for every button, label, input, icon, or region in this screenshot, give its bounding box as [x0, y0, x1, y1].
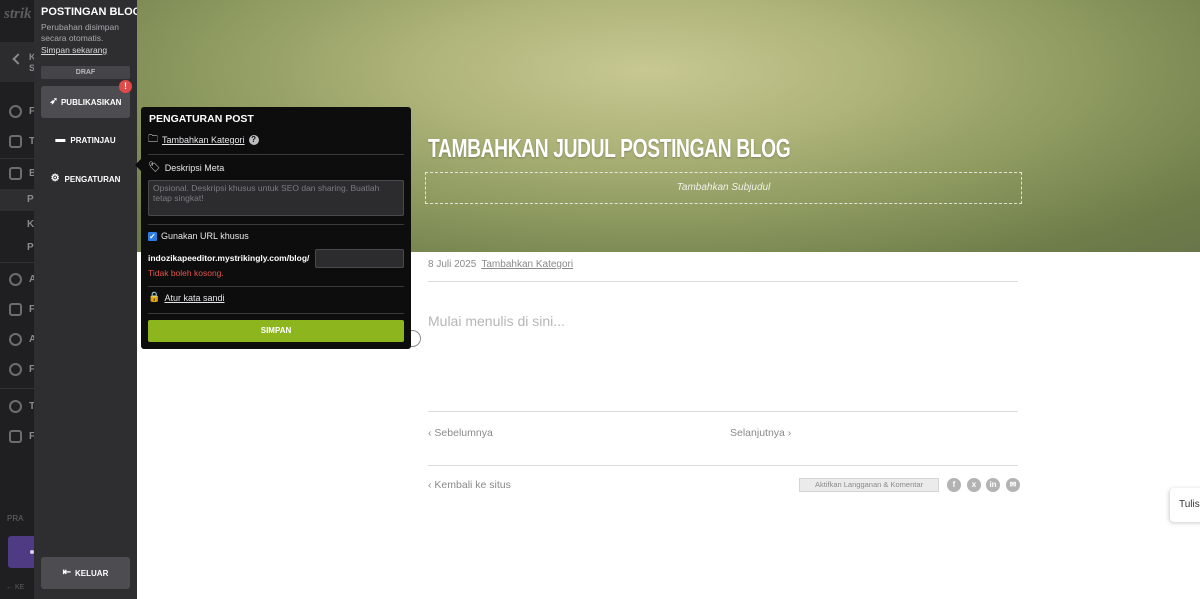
custom-url-label: Gunakan URL khusus — [161, 231, 249, 241]
meta-description-row: 🏷 Deskripsi Meta — [148, 162, 225, 174]
rail-item-4[interactable]: A — [0, 268, 34, 292]
linkedin-icon[interactable]: in — [986, 478, 1000, 492]
rocket-icon: ➶ — [49, 96, 58, 107]
meta-description-label: Deskripsi Meta — [164, 163, 225, 173]
meta-description-input[interactable] — [148, 180, 404, 216]
gear-icon: ⚙ — [50, 173, 60, 184]
rail-subitem-label: P — [27, 242, 34, 253]
divider — [148, 286, 404, 287]
email-icon[interactable]: ✉ — [1006, 478, 1020, 492]
rail-item-9[interactable]: F — [0, 425, 34, 449]
enable-subscription-button[interactable]: Aktifkan Langganan & Komentar — [799, 478, 939, 492]
rail-subitem-2[interactable]: K — [0, 214, 34, 236]
add-category-link[interactable]: Tambahkan Kategori — [162, 135, 245, 145]
brand-logo: strik — [4, 6, 32, 22]
tag-icon: 🏷 — [148, 162, 161, 173]
custom-url-row: ✓ Gunakan URL khusus — [148, 231, 249, 241]
password-row: 🔒 Atur kata sandi — [148, 292, 225, 304]
pen-icon — [9, 167, 22, 180]
rail-search-hint[interactable]: PRA — [7, 514, 23, 523]
analytics-icon — [9, 333, 22, 346]
back-to-site-label: Kembali ke situs — [434, 479, 511, 491]
app-sidebar-rail: strik K S F T B P K P A F A F T F PRA ← … — [0, 0, 34, 599]
post-date: 8 Juli 2025 — [428, 259, 477, 270]
publish-button-label: PUBLIKASIKAN — [60, 97, 122, 107]
preview-button-label: PRATINJAU — [70, 135, 116, 145]
rail-subitem-1[interactable]: P — [0, 189, 34, 211]
rail-divider — [0, 262, 34, 263]
rail-upgrade-button[interactable] — [8, 536, 34, 568]
settings-button-label: PENGATURAN — [64, 174, 121, 184]
blog-editor-panel: POSTINGAN BLOG Perubahan disimpan secara… — [34, 0, 141, 599]
rail-item-blog[interactable]: B — [0, 162, 34, 186]
post-add-category-link[interactable]: Tambahkan Kategori — [481, 259, 573, 270]
logout-button-label: KELUAR — [75, 568, 109, 578]
preview-button[interactable]: ▬ PRATINJAU — [41, 130, 130, 150]
rail-footer-hint: ← KE — [6, 584, 25, 591]
trophy-icon — [9, 430, 22, 443]
toggle-icon — [9, 400, 22, 413]
popover-pointer — [135, 159, 141, 171]
store-icon — [9, 135, 22, 148]
preview-icon: ▬ — [55, 134, 66, 145]
save-settings-button[interactable]: SIMPAN — [148, 320, 404, 342]
gear-icon — [9, 363, 22, 376]
post-body-editor[interactable]: Mulai menulis di sini... — [428, 313, 565, 329]
lock-icon: 🔒 — [148, 292, 161, 303]
facebook-icon[interactable]: f — [947, 478, 961, 492]
post-title[interactable]: TAMBAHKAN JUDUL POSTINGAN BLOG — [428, 133, 791, 164]
next-post-label: Selanjutnya — [730, 427, 785, 439]
write-tab[interactable]: Tulis — [1170, 488, 1200, 522]
settings-button[interactable]: ⚙ PENGATURAN — [41, 169, 130, 189]
set-password-link[interactable]: Atur kata sandi — [164, 293, 224, 303]
prev-post-label: Sebelumnya — [434, 427, 493, 439]
post-settings-popover: PENGATURAN POST 🗀 Tambahkan Kategori ? 🏷… — [135, 107, 411, 349]
x-icon[interactable]: x — [967, 478, 981, 492]
rail-item-6[interactable]: A — [0, 328, 34, 352]
post-meta: 8 Juli 2025 Tambahkan Kategori — [428, 259, 573, 270]
divider — [148, 154, 404, 155]
divider — [148, 224, 404, 225]
folder-icon: 🗀 — [148, 134, 158, 145]
help-icon[interactable]: ? — [248, 135, 259, 145]
publish-alert-badge: ! — [119, 80, 132, 93]
megaphone-icon — [9, 303, 22, 316]
divider — [428, 281, 1018, 282]
popover-title: PENGATURAN POST — [149, 113, 254, 125]
divider — [428, 465, 1018, 466]
custom-url-input[interactable] — [315, 249, 404, 268]
save-now-link[interactable]: Simpan sekarang — [41, 45, 107, 55]
chevron-left-icon — [12, 53, 24, 65]
rail-item-5[interactable]: F — [0, 298, 34, 322]
rail-item-8[interactable]: T — [0, 395, 34, 419]
exit-icon: ⇤ — [62, 567, 72, 578]
rail-item-2[interactable]: T — [0, 130, 34, 154]
users-icon — [9, 273, 22, 286]
back-to-site-link[interactable]: ‹ Kembali ke situs — [428, 479, 511, 491]
divider — [428, 411, 1018, 412]
rail-divider — [0, 388, 34, 389]
category-row: 🗀 Tambahkan Kategori ? — [148, 135, 259, 145]
rail-item-7[interactable]: F — [0, 358, 34, 382]
url-prefix: indozikapeeditor.mystrikingly.com/blog/ — [148, 253, 310, 263]
custom-url-checkbox[interactable]: ✓ — [148, 231, 157, 241]
rail-item-1[interactable]: F — [0, 100, 34, 124]
panel-title: POSTINGAN BLOG — [41, 6, 142, 18]
subtitle-field[interactable]: Tambahkan Subjudul — [425, 172, 1022, 204]
divider — [148, 313, 404, 314]
prev-post-link[interactable]: ‹ Sebelumnya — [428, 427, 493, 439]
rail-subitem-label: P — [27, 194, 34, 205]
rail-back-button[interactable]: K S — [0, 42, 34, 82]
rail-divider — [0, 158, 34, 159]
rail-subitem-3[interactable]: P — [0, 237, 34, 259]
url-error-message: Tidak boleh kosong. — [148, 268, 224, 278]
next-post-link[interactable]: Selanjutnya › — [730, 427, 791, 439]
logout-button[interactable]: ⇤ KELUAR — [41, 557, 130, 589]
draft-badge: DRAF — [41, 66, 130, 79]
dollar-icon — [9, 105, 22, 118]
autosave-note: Perubahan disimpan secara otomatis. — [41, 22, 119, 43]
publish-button[interactable]: ➶ PUBLIKASIKAN ! — [41, 80, 132, 118]
rail-subitem-label: K — [27, 219, 34, 230]
editor-root: strik K S F T B P K P A F A F T F PRA ← … — [0, 0, 1200, 599]
